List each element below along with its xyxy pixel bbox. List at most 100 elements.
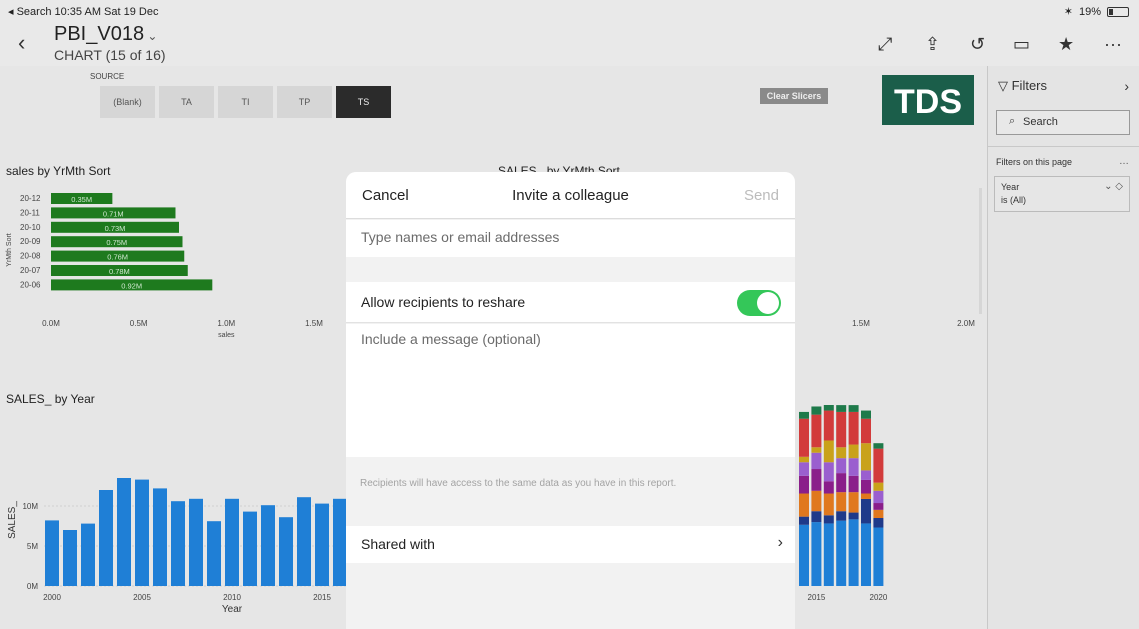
bar bbox=[297, 497, 311, 586]
stack-segment bbox=[823, 493, 834, 516]
slicer-label: SOURCE bbox=[90, 72, 125, 81]
stack-segment bbox=[873, 443, 884, 449]
chart-sales-by-yrmth: 20-12 0.35M 20-11 0.71M 20-10 0.73M 20-09 0.75M… bbox=[6, 193, 323, 339]
stack-segment bbox=[861, 498, 871, 524]
bar bbox=[117, 478, 131, 586]
stack-segment bbox=[811, 452, 822, 470]
stack-segment bbox=[823, 523, 834, 586]
divider bbox=[988, 146, 1139, 147]
shared-with-label: Shared with bbox=[361, 536, 435, 552]
filters-on-page-label: Filters on this page bbox=[996, 157, 1073, 167]
chart-sales-by-yrmth-2: 1.5M 2.0M bbox=[852, 188, 982, 328]
stack-segment bbox=[836, 405, 847, 412]
tds-logo: TDS bbox=[882, 75, 974, 125]
bar bbox=[135, 479, 149, 586]
bar bbox=[243, 511, 257, 586]
report-title-text: PBI_V018 bbox=[54, 23, 145, 45]
filter-card-year[interactable]: Year is (All) ⌄ ◇ bbox=[994, 176, 1130, 212]
data-label: 0.76M bbox=[107, 253, 128, 262]
clear-slicers-button[interactable]: Clear Slicers bbox=[760, 88, 828, 104]
chart1-title: sales by YrMth Sort bbox=[6, 164, 111, 178]
back-chevron-icon[interactable]: ‹ bbox=[18, 30, 25, 56]
x-tick-label: 1.0M bbox=[217, 319, 235, 328]
data-label: 0.35M bbox=[71, 195, 92, 204]
y-axis-label: SALES_ bbox=[7, 501, 18, 539]
y-tick-label: 20-08 bbox=[20, 252, 41, 261]
bar bbox=[315, 503, 329, 586]
x-tick-label: 1.5M bbox=[852, 319, 870, 328]
bar bbox=[333, 498, 346, 586]
stack-segment bbox=[811, 511, 822, 523]
expand-icon[interactable]: ⤢ bbox=[878, 34, 892, 55]
chevron-right-icon[interactable]: › bbox=[1124, 78, 1129, 94]
stack-segment bbox=[799, 418, 809, 457]
stack-segment bbox=[873, 527, 884, 586]
x-tick-label: 2015 bbox=[808, 593, 826, 602]
chevron-down-eraser-icon[interactable]: ⌄ ◇ bbox=[1104, 181, 1123, 192]
filters-title: Filters bbox=[1011, 78, 1047, 93]
data-label: 0.92M bbox=[121, 281, 142, 290]
report-title[interactable]: PBI_V018 ⌄ bbox=[54, 23, 157, 46]
bar bbox=[261, 505, 275, 586]
stack-segment bbox=[873, 482, 884, 491]
y-tick-label: 20-12 bbox=[20, 194, 41, 203]
more-icon[interactable]: ··· bbox=[1104, 34, 1122, 55]
stack-segment bbox=[848, 512, 859, 520]
stack-segment bbox=[799, 516, 809, 525]
stack-segment bbox=[836, 473, 847, 493]
reshare-toggle[interactable] bbox=[737, 290, 781, 316]
comment-icon[interactable]: ▭ bbox=[1013, 34, 1030, 55]
stack-segment bbox=[848, 475, 859, 493]
x-tick-label: 2005 bbox=[133, 593, 151, 602]
stack-segment bbox=[848, 405, 859, 412]
logo-text: TDS bbox=[894, 83, 962, 121]
share-icon[interactable]: ⇪ bbox=[925, 34, 940, 55]
stack-segment bbox=[861, 479, 871, 494]
slicer-option-tp[interactable]: TP bbox=[277, 86, 332, 118]
page-indicator: CHART (15 of 16) bbox=[54, 47, 166, 63]
undo-icon[interactable]: ↺ bbox=[970, 34, 985, 55]
recipients-row bbox=[346, 220, 795, 257]
status-right: ✶ 19% bbox=[1064, 5, 1129, 18]
status-bar: ◂ Search 10:35 AM Sat 19 Dec ✶ 19% bbox=[0, 0, 1139, 20]
stack-segment bbox=[811, 406, 822, 415]
stack-segment bbox=[861, 523, 871, 586]
reshare-label: Allow recipients to reshare bbox=[361, 294, 526, 310]
back-to-app-link[interactable]: ◂ Search bbox=[8, 6, 51, 18]
stack-segment bbox=[823, 481, 834, 494]
slicer-option-ta[interactable]: TA bbox=[159, 86, 214, 118]
stack-segment bbox=[873, 518, 884, 528]
slicer-option-ts[interactable]: TS bbox=[336, 86, 391, 118]
stack-segment bbox=[861, 410, 871, 419]
scrollbar bbox=[979, 188, 982, 314]
data-label: 0.78M bbox=[109, 267, 130, 276]
favorite-star-icon[interactable]: ★ bbox=[1058, 34, 1074, 55]
status-time: 10:35 AM bbox=[54, 6, 101, 18]
bar bbox=[81, 523, 95, 586]
slicer-option-blank[interactable]: (Blank) bbox=[100, 86, 155, 118]
stack-segment bbox=[811, 414, 822, 448]
stack-segment bbox=[799, 411, 809, 419]
chevron-down-icon: ⌄ bbox=[144, 29, 158, 43]
slicer-option-ti[interactable]: TI bbox=[218, 86, 273, 118]
y-tick-label: 5M bbox=[27, 542, 38, 551]
filters-search-input[interactable]: ⌕ Search bbox=[996, 110, 1130, 135]
shared-with-row[interactable]: Shared with › bbox=[346, 526, 795, 563]
data-label: 0.75M bbox=[106, 238, 127, 247]
nav-bar: ‹ PBI_V018 ⌄ CHART (15 of 16) ⤢ ⇪ ↺ ▭ ★ … bbox=[0, 20, 1139, 66]
more-icon[interactable]: … bbox=[1119, 156, 1129, 167]
stack-segment bbox=[811, 447, 822, 453]
dialog-header: Cancel Invite a colleague Send bbox=[346, 172, 795, 219]
bar bbox=[171, 501, 185, 586]
recipients-input[interactable] bbox=[361, 229, 781, 245]
filter-field: Year bbox=[1001, 182, 1020, 192]
message-input[interactable] bbox=[361, 331, 781, 446]
stack-segment bbox=[799, 493, 809, 517]
stack-segment bbox=[811, 522, 822, 586]
filters-header[interactable]: ▽ Filters bbox=[998, 78, 1047, 94]
send-button[interactable]: Send bbox=[744, 187, 779, 204]
bar bbox=[45, 520, 59, 586]
data-label: 0.73M bbox=[105, 224, 126, 233]
stack-segment bbox=[823, 515, 834, 524]
filters-pane: ▽ Filters › ⌕ Search Filters on this pag… bbox=[987, 66, 1139, 629]
